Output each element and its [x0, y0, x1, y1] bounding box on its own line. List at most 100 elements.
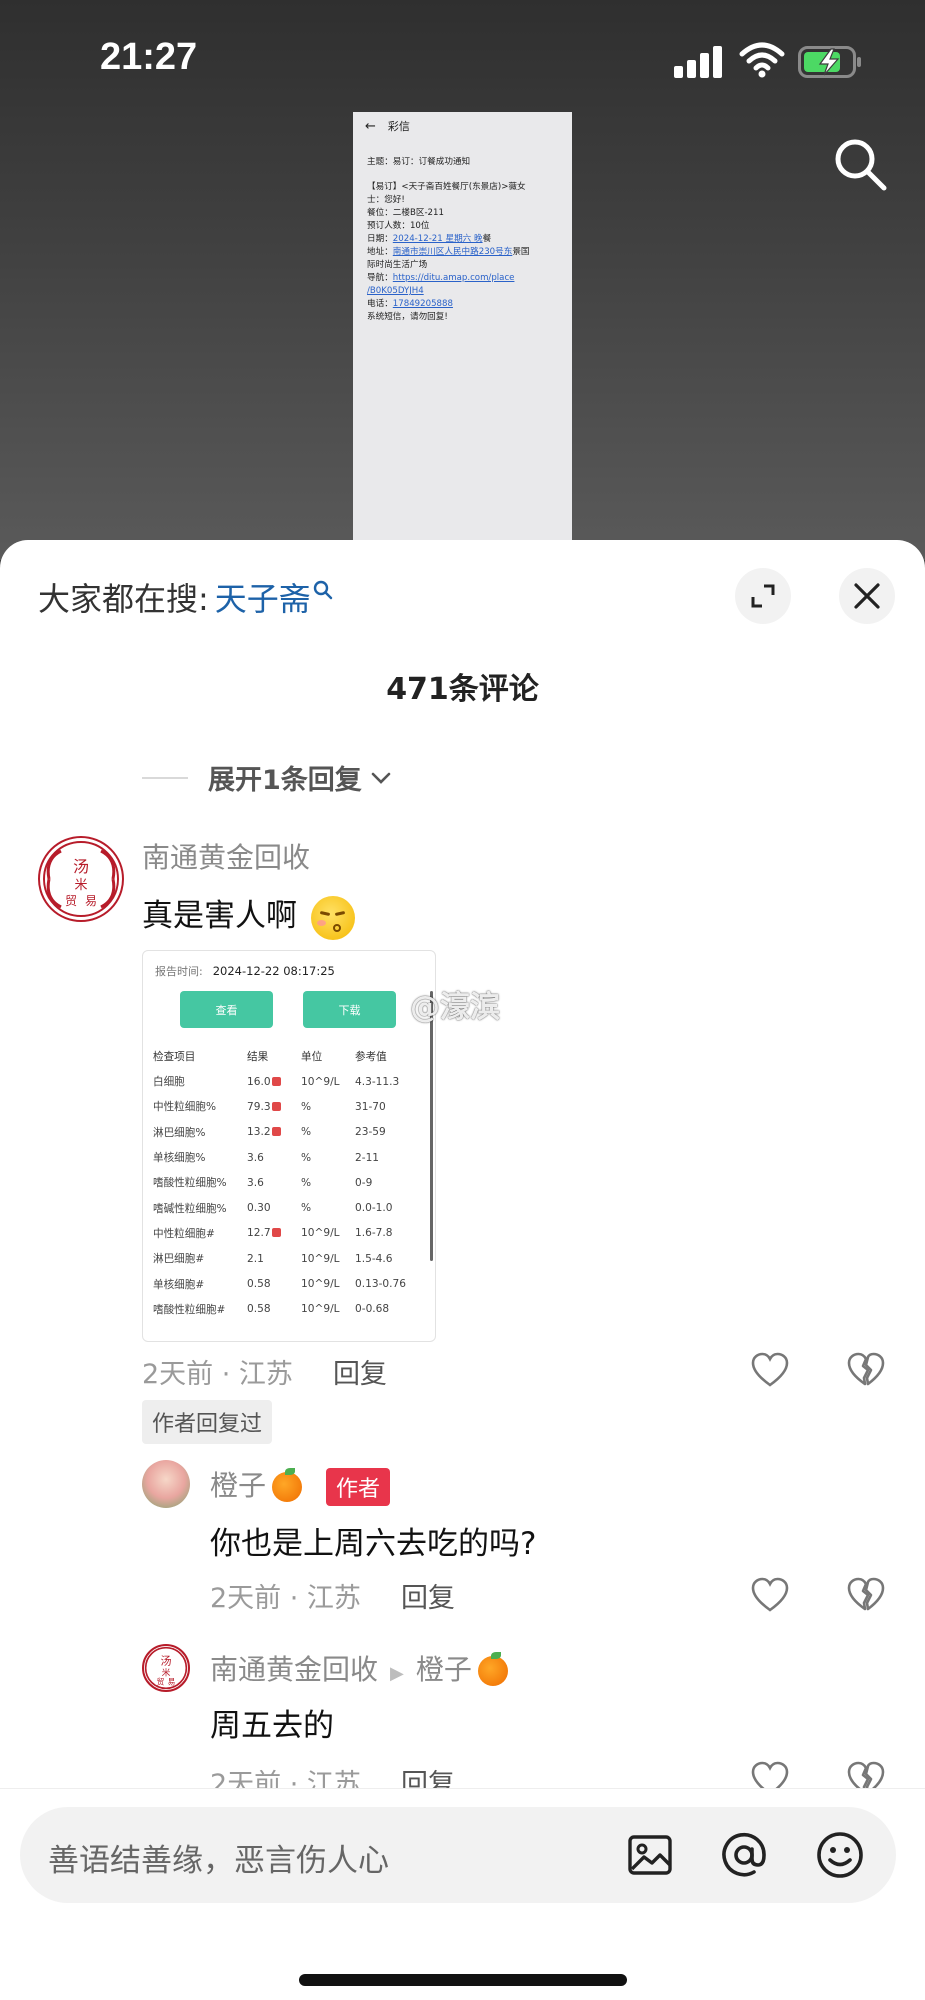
report-cell: 淋巴细胞% — [153, 1126, 206, 1139]
at-icon[interactable] — [718, 1829, 770, 1881]
avatar[interactable]: 汤 米 贸 易 — [142, 1644, 190, 1692]
broken-heart-icon[interactable] — [846, 1576, 886, 1616]
abnormal-flag-icon — [271, 1076, 281, 1086]
svg-text:汤: 汤 — [73, 857, 89, 876]
close-icon — [854, 583, 880, 609]
comment-input[interactable]: 善语结善缘，恶言伤人心 — [20, 1807, 896, 1903]
report-cell: % — [301, 1126, 312, 1139]
report-header: 结果 — [247, 1050, 269, 1063]
report-cell: 10^9/L — [301, 1303, 340, 1316]
video-background[interactable]: 21:27 ← 彩信 主题：易订：订餐成功通知 【易订】<天子斋百姓餐厅(东景店… — [0, 0, 925, 560]
report-cell: 13.2 — [247, 1120, 301, 1145]
report-cell: 0.30 — [247, 1202, 271, 1215]
emoji-icon[interactable] — [814, 1829, 866, 1881]
report-cell: % — [301, 1202, 312, 1215]
report-header: 单位 — [301, 1050, 323, 1063]
report-cell: 10^9/L — [301, 1227, 340, 1240]
avatar[interactable]: 汤 米 贸 易 — [38, 836, 124, 922]
heart-icon[interactable] — [750, 1351, 790, 1391]
report-cell: 12.7 — [247, 1221, 301, 1246]
home-indicator[interactable] — [299, 1974, 627, 1986]
report-cell: 79.3 — [247, 1094, 301, 1119]
svg-text:贸: 贸 — [157, 1677, 165, 1687]
comment-text-content: 真是害人啊 — [142, 898, 297, 934]
report-header-row: 检查项目 结果 单位 参考值 — [153, 1043, 425, 1069]
avatar[interactable] — [142, 1460, 190, 1508]
orange-emoji-icon — [477, 1652, 508, 1686]
close-button[interactable] — [839, 568, 895, 624]
report-table: 检查项目 结果 单位 参考值 白细胞 16.0 10^9/L 4.3-11.3 中性粒细… — [153, 1043, 425, 1322]
attached-report-image[interactable]: 报告时间: 2024-12-22 08:17:25 查看 下载 检查项目 结果 单… — [142, 950, 436, 1342]
report-row: 中性粒细胞# 12.7 10^9/L 1.6-7.8 — [153, 1221, 425, 1246]
expand-replies-button[interactable]: 展开1条回复 — [142, 758, 392, 797]
report-download-button: 下载 — [303, 991, 396, 1028]
report-row: 嗜酸性粒细胞% 3.6% 0-9 — [153, 1170, 425, 1195]
comment-username[interactable]: 南通黄金回收 — [142, 836, 310, 876]
report-header: 检查项目 — [153, 1050, 196, 1063]
broken-heart-icon[interactable] — [846, 1351, 886, 1391]
image-icon[interactable] — [624, 1829, 676, 1881]
wifi-icon — [739, 42, 785, 78]
sms-line: 【易订】<天子斋百姓餐厅(东景店)>薇女 — [367, 182, 526, 192]
comment-time-location: 2天前 · 江苏 — [142, 1359, 293, 1390]
reply-button[interactable]: 回复 — [401, 1576, 455, 1615]
trending-search-keyword[interactable]: 天子斋 — [215, 574, 311, 620]
abnormal-flag-icon — [271, 1101, 281, 1111]
report-cell: 0-9 — [355, 1176, 373, 1189]
report-cell: % — [301, 1176, 312, 1189]
svg-text:汤: 汤 — [161, 1654, 172, 1668]
reply-username[interactable]: 南通黄金回收 ▶ 橙子 — [210, 1648, 508, 1688]
svg-text:易: 易 — [168, 1678, 176, 1687]
report-cell: 10^9/L — [301, 1075, 340, 1088]
author-replied-badge: 作者回复过 — [142, 1400, 273, 1444]
report-row: 单核细胞% 3.6% 2-11 — [153, 1145, 425, 1170]
report-cell: 3.6 — [247, 1151, 264, 1164]
report-cell: 10^9/L — [301, 1278, 340, 1291]
author-badge: 作者 — [326, 1468, 391, 1506]
sms-date: 日期：2024-12-21 星期六 晚餐 — [367, 234, 492, 244]
expand-replies-label: 展开1条回复 — [208, 765, 362, 796]
reply-username[interactable]: 橙子 — [210, 1464, 303, 1504]
chevron-down-icon — [371, 772, 391, 784]
report-row: 中性粒细胞% 79.3% 31-70 — [153, 1094, 425, 1119]
sms-line: 预订人数：10位 — [367, 221, 430, 231]
search-icon[interactable] — [832, 136, 888, 192]
report-cell: 4.3-11.3 — [355, 1075, 400, 1088]
reply-button[interactable]: 回复 — [333, 1352, 387, 1391]
expand-button[interactable] — [735, 568, 791, 624]
battery-charging-icon — [798, 46, 861, 78]
trending-search[interactable]: 大家都在搜: 天子斋 — [38, 574, 333, 620]
divider — [142, 776, 188, 779]
sms-header: ← 彩信 — [353, 112, 572, 140]
report-cell: 2-11 — [355, 1151, 380, 1164]
sms-address: 地址：南通市崇川区人民中路230号东景国 — [367, 247, 530, 257]
report-scrollbar — [430, 991, 433, 1261]
sms-nav: 导航：https://ditu.amap.com/place — [367, 273, 515, 283]
comment-meta: 2天前 · 江苏 回复 — [142, 1352, 387, 1391]
report-cell: 中性粒细胞# — [153, 1227, 215, 1240]
search-icon — [313, 580, 333, 600]
report-cell: % — [301, 1100, 312, 1113]
heart-icon[interactable] — [750, 1576, 790, 1616]
report-cell: 淋巴细胞# — [153, 1253, 205, 1266]
reply-time-location: 2天前 · 江苏 — [210, 1583, 361, 1614]
report-cell: 单核细胞# — [153, 1278, 205, 1291]
sms-line: 士：您好! — [367, 195, 405, 205]
sms-title: 彩信 — [387, 120, 410, 133]
report-cell: 10^9/L — [301, 1252, 340, 1265]
sms-line: 餐位：二楼B区-211 — [367, 208, 444, 218]
reply-text: 你也是上周六去吃的吗? — [210, 1526, 537, 1562]
report-cell: 1.5-4.6 — [355, 1252, 393, 1265]
report-cell: 中性粒细胞% — [153, 1101, 217, 1114]
comment-text: 真是害人啊 — [142, 890, 355, 940]
shushing-emoji-icon — [310, 895, 355, 940]
sms-line: 主题：易订：订餐成功通知 — [367, 157, 471, 167]
expand-icon — [751, 584, 775, 608]
report-cell: 嗜酸性粒细胞% — [153, 1177, 227, 1190]
report-view-button: 查看 — [180, 991, 273, 1028]
report-header: 参考值 — [355, 1050, 387, 1063]
svg-text:米: 米 — [162, 1667, 171, 1679]
report-row: 淋巴细胞# 2.1 10^9/L 1.5-4.6 — [153, 1246, 425, 1271]
report-cell: 嗜碱性粒细胞% — [153, 1202, 227, 1215]
watermark: @濠滨 — [410, 990, 500, 1025]
